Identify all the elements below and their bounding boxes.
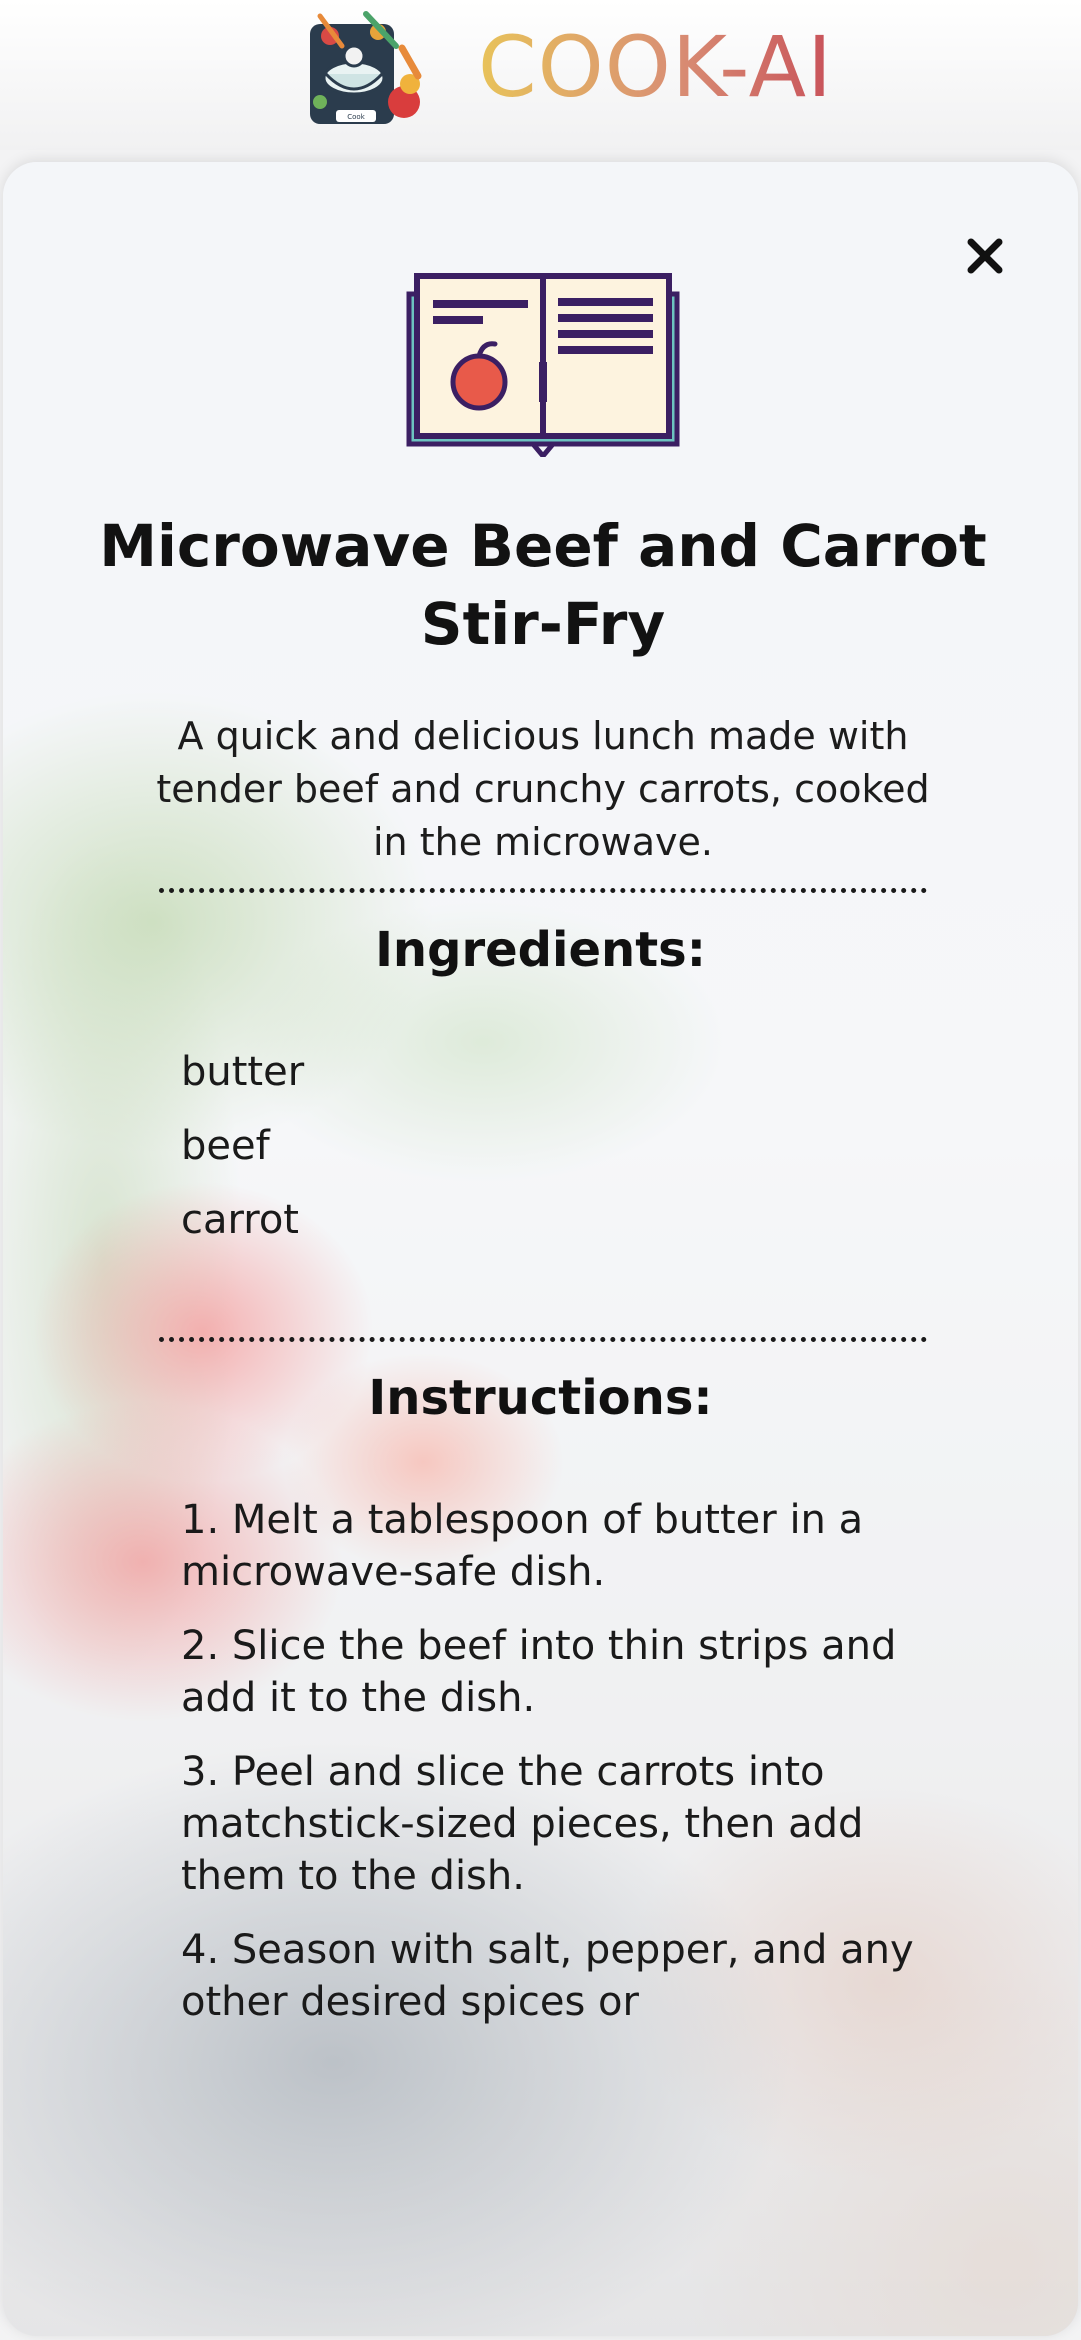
ingredient-item: beef — [181, 1123, 270, 1169]
ingredient-item: carrot — [181, 1197, 299, 1243]
instruction-step: 3. Peel and slice the carrots into match… — [181, 1749, 864, 1899]
instruction-step: 1. Melt a tablespoon of butter in a micr… — [181, 1497, 864, 1595]
section-divider — [159, 1337, 927, 1342]
ingredient-item: butter — [181, 1049, 305, 1095]
brand-name: COOK-AI — [478, 18, 833, 116]
close-icon[interactable] — [963, 234, 1007, 278]
instructions-list: 1. Melt a tablespoon of butter in a micr… — [181, 1494, 921, 2050]
recipe-card: Microwave Beef and Carrot Stir-Fry A qui… — [3, 162, 1078, 2336]
app-header: Cook COOK-AI — [0, 0, 1081, 150]
instructions-heading: Instructions: — [368, 1370, 713, 1426]
recipe-book-icon — [406, 273, 680, 457]
instruction-step: 4. Season with salt, pepper, and any oth… — [181, 1927, 914, 2025]
svg-text:Cook: Cook — [347, 113, 365, 121]
instruction-step: 2. Slice the beef into thin strips and a… — [181, 1623, 897, 1721]
ingredients-heading: Ingredients: — [375, 922, 706, 978]
recipe-title: Microwave Beef and Carrot Stir-Fry — [99, 512, 987, 658]
section-divider — [159, 888, 927, 893]
cook-logo-icon: Cook — [310, 11, 422, 124]
recipe-description: A quick and delicious lunch made with te… — [156, 714, 930, 864]
ingredients-list: butter beef carrot — [181, 1045, 921, 1267]
